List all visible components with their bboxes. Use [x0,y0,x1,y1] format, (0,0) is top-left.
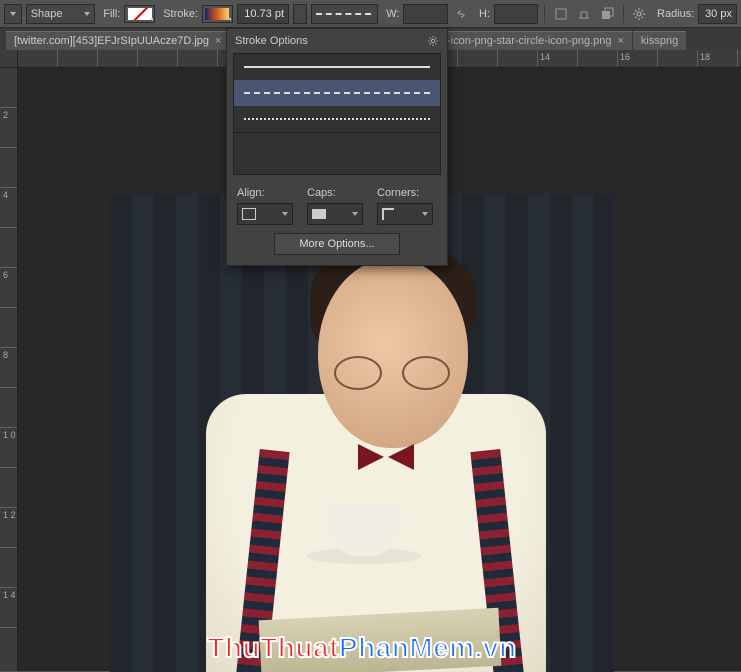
more-options-button[interactable]: More Options... [274,233,400,255]
stroke-weight-field[interactable]: 10.73 pt [237,4,289,24]
stroke-style-dropdown[interactable] [311,4,379,24]
stroke-style-list [233,53,441,133]
ruler-vertical[interactable]: 24681 01 21 4 [0,68,18,671]
close-icon[interactable]: × [215,35,221,47]
tab-label: el-icon-png-star-circle-icon-png.png [438,35,611,47]
tool-mode-dropdown[interactable]: Shape [26,4,96,24]
stroke-style-dashed[interactable] [234,80,440,106]
tab-label: [twitter.com][453]EFJrSIpUUAcze7D.jpg [14,35,209,47]
fill-label: Fill: [103,8,120,20]
width-label: W: [386,8,399,20]
tab-inactive[interactable]: el-icon-png-star-circle-icon-png.png × [430,31,631,50]
path-alignment-icon[interactable] [574,4,593,24]
tab-inactive[interactable]: kisspng [633,31,686,50]
radius-label: Radius: [657,8,694,20]
radius-field[interactable]: 30 px [698,4,737,24]
gear-icon[interactable] [630,4,649,24]
stroke-swatch[interactable] [202,5,233,23]
corners-label: Corners: [377,187,433,199]
shape-options-bar: Shape Fill: Stroke: 10.73 pt W: H: Radiu… [0,0,741,28]
fill-swatch[interactable] [124,5,155,23]
stroke-caps-dropdown[interactable] [307,203,363,225]
watermark: ThuThuatPhanMem.vn [110,632,614,664]
tab-active[interactable]: [twitter.com][453]EFJrSIpUUAcze7D.jpg × [6,31,229,50]
height-field[interactable] [494,4,538,24]
stroke-weight-stepper[interactable] [293,4,307,24]
tab-label: kisspng [641,35,678,47]
link-dimensions-icon[interactable] [452,4,471,24]
separator [623,5,624,23]
path-operations-icon[interactable] [551,4,570,24]
height-label: H: [479,8,490,20]
stroke-style-empty [233,133,441,175]
popover-title: Stroke Options [235,35,308,47]
align-label: Align: [237,187,293,199]
tool-mode-label: Shape [31,8,63,20]
caps-label: Caps: [307,187,363,199]
tool-preset-dropdown[interactable] [4,4,22,24]
separator [544,5,545,23]
path-arrangement-icon[interactable] [598,4,617,24]
width-field[interactable] [403,4,447,24]
stroke-style-solid[interactable] [234,54,440,80]
stroke-options-popover: Stroke Options Align: Caps: Corners: Mor… [226,28,448,266]
stroke-align-dropdown[interactable] [237,203,293,225]
stroke-style-dotted[interactable] [234,106,440,132]
stroke-corners-dropdown[interactable] [377,203,433,225]
stroke-label: Stroke: [163,8,198,20]
close-icon[interactable]: × [617,35,623,47]
gear-icon[interactable] [427,35,439,47]
ruler-origin[interactable] [0,50,18,68]
